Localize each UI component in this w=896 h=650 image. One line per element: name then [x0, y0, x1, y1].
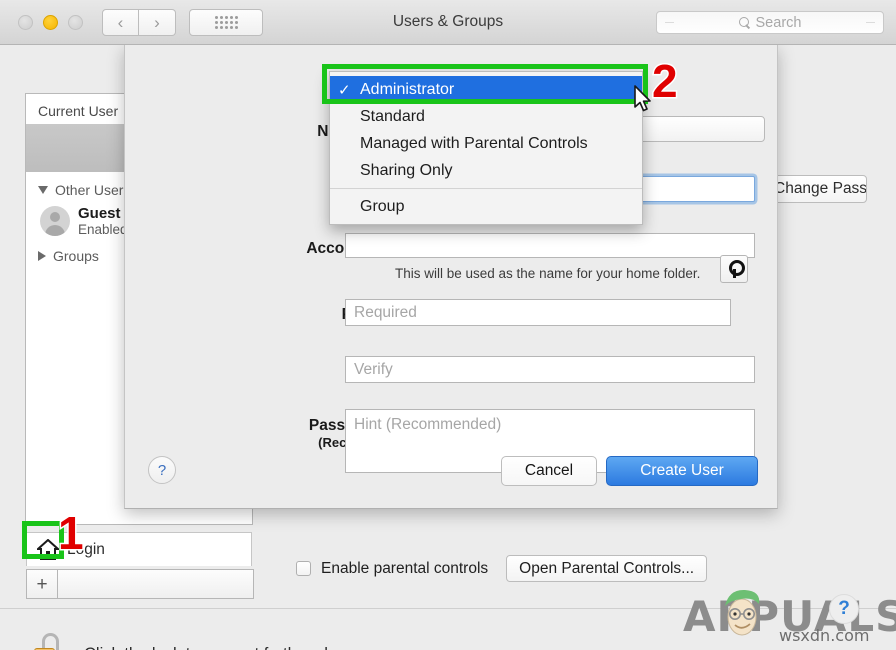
search-icon	[738, 17, 750, 28]
change-password-button[interactable]: Change Password...	[767, 175, 867, 203]
enable-parental-controls-label: Enable parental controls	[321, 559, 489, 577]
menu-item-label: Sharing Only	[360, 161, 453, 179]
sidebar-other-users-label: Other Users	[55, 182, 131, 198]
open-padlock-icon[interactable]	[30, 633, 70, 650]
password-assistant-button[interactable]	[720, 255, 748, 283]
disclosure-triangle-down-icon[interactable]	[38, 186, 48, 194]
watermark-url: wsxdn.com	[779, 626, 870, 645]
highlight-box-administrator	[322, 64, 648, 104]
step-badge-1: 1	[57, 507, 86, 559]
user-list-toolbar[interactable]	[58, 569, 254, 599]
create-user-button[interactable]: Create User	[606, 456, 758, 486]
guest-status: Enabled	[78, 222, 128, 238]
guest-name: Guest	[78, 205, 121, 222]
menu-item-label: Managed with Parental Controls	[360, 134, 588, 152]
menu-item-group[interactable]: Group	[330, 193, 642, 220]
sidebar-groups-label: Groups	[53, 247, 99, 264]
open-parental-controls-button[interactable]: Open Parental Controls...	[506, 555, 708, 582]
password-input[interactable]: Required	[345, 299, 731, 326]
guest-avatar-icon	[40, 206, 70, 237]
disclosure-triangle-right-icon[interactable]	[38, 250, 46, 261]
lock-row[interactable]: Click the lock to prevent further change…	[30, 633, 383, 650]
menu-item-standard[interactable]: Standard	[330, 103, 642, 130]
appuals-watermark: APPUALS ? wsxdn.com	[683, 586, 896, 645]
account-name-helper-text: This will be used as the name for your h…	[395, 266, 701, 281]
question-mark-badge: ?	[829, 594, 859, 624]
key-icon	[727, 260, 745, 278]
step-badge-2: 2	[651, 55, 680, 107]
enable-parental-controls-checkbox[interactable]	[296, 561, 311, 576]
menu-item-label: Group	[360, 197, 405, 215]
search-decor-left	[665, 21, 674, 24]
lock-message: Click the lock to prevent further change…	[84, 645, 383, 650]
search-decor-right	[866, 21, 875, 24]
cancel-button[interactable]: Cancel	[501, 456, 597, 486]
menu-item-managed-with-parental-controls[interactable]: Managed with Parental Controls	[330, 130, 642, 157]
account-name-input[interactable]	[345, 233, 755, 258]
search-field[interactable]: Search	[656, 11, 884, 34]
search-placeholder: Search	[755, 14, 802, 31]
window-title-bar: ‹ › Users & Groups Search	[0, 0, 896, 45]
help-button[interactable]: ?	[148, 456, 176, 484]
screen: Current User Other Users Guest Enabled G…	[0, 0, 896, 650]
add-user-button[interactable]: +	[26, 569, 58, 599]
verify-input[interactable]: Verify	[345, 356, 755, 383]
menu-item-sharing-only[interactable]: Sharing Only	[330, 157, 642, 184]
menu-separator	[330, 188, 642, 189]
appuals-mascot-icon	[725, 589, 760, 636]
parental-controls-row: Enable parental controls Open Parental C…	[296, 555, 708, 582]
menu-item-label: Standard	[360, 107, 425, 125]
